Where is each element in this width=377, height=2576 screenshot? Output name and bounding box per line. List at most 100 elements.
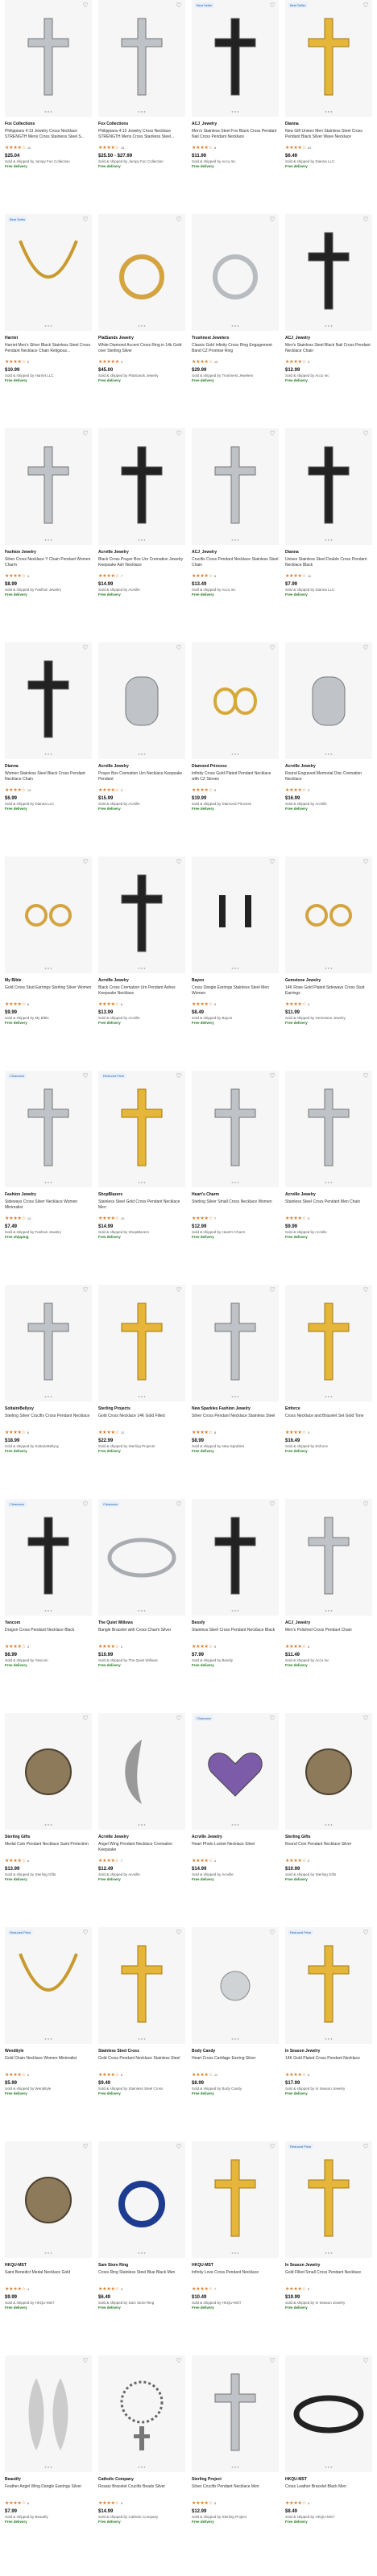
product-rating[interactable]: ★★★★☆ 5 [192,2500,279,2507]
product-title[interactable]: Feather Angel Wing Dangle Earrings Silve… [5,2484,92,2500]
product-image[interactable]: ♡ ● ● ● [5,2141,92,2258]
product-image[interactable]: Reduced Price ♡ ● ● ● [285,2141,372,2258]
product-rating[interactable]: ★★★★☆ 7 [98,1858,185,1864]
favorite-heart-icon[interactable]: ♡ [176,1501,182,1508]
image-carousel-dots[interactable]: ● ● ● [98,1180,185,1184]
favorite-heart-icon[interactable]: ♡ [269,1930,276,1936]
product-title[interactable]: Gold Filled Small Cross Pendant Necklace [285,2270,372,2286]
product-title[interactable]: Unisex Stainless Steel Double Cross Pend… [285,557,372,573]
product-image[interactable]: ♡ ● ● ● [98,857,185,973]
favorite-heart-icon[interactable]: ♡ [82,645,89,651]
product-title[interactable]: 14K Gold Plated Cross Pendant Necklace [285,2056,372,2072]
product-card[interactable]: ♡ ● ● ● Bayon Cross Dangle Earrings Stainle… [192,857,279,1071]
favorite-heart-icon[interactable]: ♡ [82,1287,89,1294]
product-title[interactable]: Crucifix Cross Pendant Necklace Stainles… [192,557,279,573]
image-carousel-dots[interactable]: ● ● ● [5,966,92,970]
product-card[interactable]: ♡ ● ● ● HKQU-MST Saint Benedict Medal Neckl… [5,2141,92,2355]
product-title[interactable]: Infinity Love Cross Pendant Necklace [192,2270,279,2286]
product-title[interactable]: Women Stainless Steel Black Cross Pendan… [5,771,92,787]
product-image[interactable]: ♡ ● ● ● [192,857,279,973]
product-image[interactable]: ♡ ● ● ● [192,642,279,759]
product-rating[interactable]: ★★★★☆ 8 [192,145,279,151]
product-card[interactable]: ♡ ● ● ● Acrville Jewelry Prayer Box Cremati… [98,642,185,857]
product-card[interactable]: ♡ ● ● ● Catholic Company Rosary Bracelet Cr… [98,2355,185,2570]
favorite-heart-icon[interactable]: ♡ [269,1073,276,1080]
product-rating[interactable]: ★★★★☆ 6 [285,2072,372,2079]
product-title[interactable]: Gold Cross Stud Earrings Sterling Silver… [5,985,92,1001]
image-carousel-dots[interactable]: ● ● ● [5,1608,92,1612]
product-title[interactable]: New Gift Unisex Men Stainless Steel Cros… [285,129,372,145]
product-rating[interactable]: ★★★★☆ 5 [5,359,92,365]
favorite-heart-icon[interactable]: ♡ [269,2144,276,2150]
product-card[interactable]: ♡ ● ● ● Stainless Steel Cross Gold Cross Pe… [98,1927,185,2141]
favorite-heart-icon[interactable]: ♡ [176,1715,182,1722]
product-image[interactable]: ♡ ● ● ● [285,1499,372,1616]
product-image[interactable]: ♡ ● ● ● [192,214,279,331]
favorite-heart-icon[interactable]: ♡ [269,1501,276,1508]
product-title[interactable]: Gold Chain Necklace Women Minimalist [5,2056,92,2072]
product-image[interactable]: ♡ ● ● ● [5,1713,92,1830]
product-rating[interactable]: ★★★★☆ 4 [5,1644,92,1650]
product-card[interactable]: ♡ ● ● ● Sterling Projects Gold Cross Neckla… [98,1285,185,1499]
product-title[interactable]: Cross Necklace and Bracelet Set Gold Ton… [285,1414,372,1430]
image-carousel-dots[interactable]: ● ● ● [98,2037,185,2041]
product-title[interactable]: White Diamond Accent Cross Ring in 14k G… [98,343,185,359]
product-card[interactable]: ♡ ● ● ● Sterling Project Silver Crucifix Pe… [192,2355,279,2570]
product-card[interactable]: ♡ ● ● ● Sterling Gifts Medal Coin Pendant N… [5,1713,92,1927]
favorite-heart-icon[interactable]: ♡ [82,2358,89,2364]
product-title[interactable]: Heart Photo Locket Necklace Silver [192,1842,279,1858]
product-card[interactable]: ♡ ● ● ● My Bible Gold Cross Stud Earrings S… [5,857,92,1071]
image-carousel-dots[interactable]: ● ● ● [5,1823,92,1827]
product-title[interactable]: Men's Stainless Steel Fox Black Cross Pe… [192,129,279,145]
product-image[interactable]: ♡ ● ● ● [5,2355,92,2472]
product-rating[interactable]: ★★★★☆ 6 [5,1858,92,1864]
product-image[interactable]: ♡ ● ● ● [98,642,185,759]
product-title[interactable]: Cross Ring Stainless Steel Blue Black Me… [98,2270,185,2286]
product-image[interactable]: ♡ ● ● ● [192,2355,279,2472]
favorite-heart-icon[interactable]: ♡ [176,1073,182,1080]
product-title[interactable]: Heart Cross Cartilage Earring Silver [192,2056,279,2072]
product-card[interactable]: Reduced Price ♡ ● ● ● Wendityle Gold Chain N… [5,1927,92,2141]
favorite-heart-icon[interactable]: ♡ [82,1501,89,1508]
product-rating[interactable]: ★★★★☆ 22 [285,145,372,151]
image-carousel-dots[interactable]: ● ● ● [285,752,372,756]
product-image[interactable]: ♡ ● ● ● [192,428,279,545]
product-title[interactable]: 14K Rose Gold Plated Sideways Cross Stud… [285,985,372,1001]
product-title[interactable]: Men's Stainless Steel Black Nail Cross P… [285,343,372,359]
image-carousel-dots[interactable]: ● ● ● [5,1394,92,1398]
favorite-heart-icon[interactable]: ♡ [176,2,182,9]
product-rating[interactable]: ★★★★☆ 10 [192,359,279,365]
product-title[interactable]: Round Coin Pendant Necklace Silver [285,1842,372,1858]
favorite-heart-icon[interactable]: ♡ [82,1073,89,1080]
image-carousel-dots[interactable]: ● ● ● [98,324,185,328]
image-carousel-dots[interactable]: ● ● ● [98,1394,185,1398]
product-card[interactable]: ♡ ● ● ● Sam Store Ring Cross Ring Stainless… [98,2141,185,2355]
product-image[interactable]: ♡ ● ● ● [285,428,372,545]
image-carousel-dots[interactable]: ● ● ● [5,2465,92,2469]
product-card[interactable]: ♡ ● ● ● Trushnest Jewelers Classic Gold Inf… [192,214,279,428]
product-title[interactable]: Silver Cross Necklace Y Chain Pendant Wo… [5,557,92,573]
product-rating[interactable]: ★★★★☆ 11 [285,573,372,580]
image-carousel-dots[interactable]: ● ● ● [192,324,279,328]
product-title[interactable]: Black Cross Prayer Box Urn Cremation Jew… [98,557,185,573]
favorite-heart-icon[interactable]: ♡ [82,1930,89,1936]
image-carousel-dots[interactable]: ● ● ● [98,109,185,114]
product-rating[interactable]: ★★★★☆ 12 [98,1430,185,1436]
product-image[interactable]: Reduced Price ♡ ● ● ● [98,1071,185,1187]
favorite-heart-icon[interactable]: ♡ [176,431,182,437]
product-card[interactable]: ♡ ● ● ● Fox Collections Philippians 4:13 Je… [98,0,185,214]
product-image[interactable]: Reduced Price ♡ ● ● ● [285,1927,372,2044]
image-carousel-dots[interactable]: ● ● ● [98,1823,185,1827]
product-card[interactable]: ♡ ● ● ● SoltaireBellysy Sterling Silver Cru… [5,1285,92,1499]
product-image[interactable]: Clearance ♡ ● ● ● [5,1071,92,1187]
favorite-heart-icon[interactable]: ♡ [82,2,89,9]
favorite-heart-icon[interactable]: ♡ [176,2358,182,2364]
product-card[interactable]: ♡ ● ● ● Dianna Women Stainless Steel Black … [5,642,92,857]
product-card[interactable]: ♡ ● ● ● PlatSands Jewelry White Diamond Acc… [98,214,185,428]
product-rating[interactable]: ★★★★☆ 14 [5,1216,92,1222]
image-carousel-dots[interactable]: ● ● ● [285,109,372,114]
image-carousel-dots[interactable]: ● ● ● [5,538,92,542]
product-card[interactable]: Clearance ♡ ● ● ● Yancom Dragon Cross Pendan… [5,1499,92,1713]
product-rating[interactable]: ★★★★☆ 5 [192,787,279,794]
product-rating[interactable]: ★★★★☆ 4 [285,2500,372,2507]
